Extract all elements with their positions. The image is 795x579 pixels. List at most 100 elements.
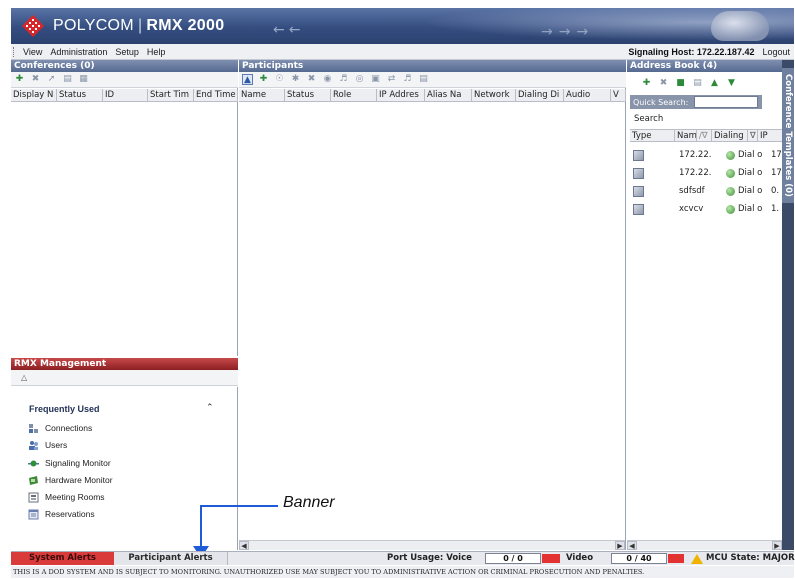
menu-setup[interactable]: Setup: [111, 47, 143, 57]
ab-row-ip: 0.: [771, 186, 780, 196]
col-name[interactable]: Name: [239, 89, 285, 101]
port-usage: Port Usage: Voice: [387, 552, 472, 565]
banner-callout-label: Banner: [283, 494, 335, 511]
video-label: Video: [566, 553, 594, 563]
quick-search-label: Quick Search:: [633, 97, 689, 107]
address-properties-icon[interactable]: ▤: [692, 78, 703, 89]
camera-icon[interactable]: ▣: [370, 74, 381, 85]
nav-item-reservations[interactable]: Reservations: [28, 507, 95, 521]
delete-conference-icon[interactable]: ✖: [30, 74, 41, 85]
col-dialing[interactable]: Dialing: [712, 130, 748, 141]
delete-participant-icon[interactable]: ✖: [306, 74, 317, 85]
ab-row-dialing: Dial o: [726, 186, 762, 196]
add-participant-icon[interactable]: ▲: [242, 74, 253, 85]
rmx-management-title: RMX Management: [11, 358, 238, 370]
participant-type-icon: [633, 149, 644, 161]
participants-hscrollbar[interactable]: ◀ ▶: [239, 540, 625, 550]
suspend-video-icon[interactable]: ⇄: [386, 74, 397, 85]
add-group-icon[interactable]: ■: [675, 78, 686, 89]
col-start-time[interactable]: Start Tim: [148, 89, 194, 101]
participants-list[interactable]: [239, 103, 625, 539]
mcu-state[interactable]: MCU State: MAJOR: [691, 552, 795, 565]
import-icon[interactable]: ▲: [709, 78, 720, 89]
signaling-monitor-icon: [28, 460, 39, 466]
ab-scroll-right-icon[interactable]: ▶: [772, 541, 782, 550]
address-book-hscrollbar[interactable]: ◀ ▶: [627, 540, 782, 550]
participant-type-icon: [633, 167, 644, 179]
address-book-row[interactable]: 172.22. Dial o 17: [630, 146, 782, 164]
volume-icon[interactable]: ♬: [402, 74, 413, 85]
participant-properties-icon[interactable]: ▤: [418, 74, 429, 85]
frequently-used-header[interactable]: Frequently Used: [29, 404, 100, 414]
nav-label: Connections: [45, 423, 93, 433]
export-icon[interactable]: ▼: [726, 78, 737, 89]
col-id[interactable]: ID: [103, 89, 148, 101]
col-alias-name[interactable]: Alias Na: [425, 89, 472, 101]
connect-icon[interactable]: ☉: [274, 74, 285, 85]
signaling-host: Signaling Host: 172.22.187.42: [628, 46, 755, 57]
video-icon[interactable]: ◎: [354, 74, 365, 85]
hardware-monitor-icon: [29, 475, 38, 485]
conference-layout-icon[interactable]: ▦: [78, 74, 89, 85]
col-role[interactable]: Role: [331, 89, 377, 101]
polycom-logo-icon: [22, 15, 44, 37]
col-ab-name[interactable]: Nam: [675, 130, 697, 141]
conference-templates-tab[interactable]: Conference Templates (0): [782, 68, 794, 203]
delete-address-icon[interactable]: ✖: [658, 78, 669, 89]
col-audio[interactable]: Audio: [564, 89, 611, 101]
disconnect-icon[interactable]: ✱: [290, 74, 301, 85]
col-status[interactable]: Status: [57, 89, 103, 101]
new-address-icon[interactable]: ✚: [641, 78, 652, 89]
nav-item-meeting-rooms[interactable]: Meeting Rooms: [28, 490, 105, 504]
nav-label: Reservations: [45, 509, 95, 519]
move-conference-icon[interactable]: ➚: [46, 74, 57, 85]
col-ip[interactable]: IP: [758, 130, 782, 141]
speaker-icon[interactable]: ♬: [338, 74, 349, 85]
filter-icon[interactable]: ∇: [748, 130, 758, 141]
col-type[interactable]: Type: [630, 130, 675, 141]
address-book-row[interactable]: sdfsdf Dial o 0.: [630, 182, 782, 200]
col-ip-address[interactable]: IP Addres: [377, 89, 425, 101]
header-arrows-decoration-right: →→→: [541, 24, 595, 40]
address-book-row[interactable]: xcvcv Dial o 1.: [630, 200, 782, 218]
conferences-list[interactable]: [11, 103, 237, 356]
search-button[interactable]: Search: [634, 114, 663, 124]
participant-type-icon: [633, 185, 644, 197]
sort-filter-icon[interactable]: ∕∇: [697, 130, 712, 141]
col-network[interactable]: Network: [472, 89, 516, 101]
system-alerts-button[interactable]: System Alerts: [11, 552, 114, 565]
video-usage-bar: [668, 554, 684, 563]
scroll-left-icon[interactable]: ◀: [239, 541, 249, 550]
participant-alerts-button[interactable]: Participant Alerts: [114, 552, 228, 565]
mute-audio-icon[interactable]: ◉: [322, 74, 333, 85]
ab-scroll-left-icon[interactable]: ◀: [627, 541, 637, 550]
col-video[interactable]: V: [611, 89, 626, 101]
col-dialing-direction[interactable]: Dialing Di: [516, 89, 564, 101]
conference-properties-icon[interactable]: ▤: [62, 74, 73, 85]
quick-search-input[interactable]: [694, 96, 758, 108]
logout-link[interactable]: Logout: [762, 47, 794, 57]
menu-view[interactable]: View: [19, 47, 46, 57]
dial-out-icon: [726, 150, 735, 160]
menu-administration[interactable]: Administration: [46, 47, 111, 57]
col-participant-status[interactable]: Status: [285, 89, 331, 101]
ab-row-name: 172.22.: [679, 150, 712, 160]
scroll-right-icon[interactable]: ▶: [615, 541, 625, 550]
new-conference-icon[interactable]: ✚: [14, 74, 25, 85]
quick-search-bar: Quick Search:: [630, 95, 762, 109]
collapse-icon[interactable]: △: [21, 373, 27, 382]
nav-item-connections[interactable]: Connections: [28, 421, 92, 435]
col-end-time[interactable]: End Time: [194, 89, 238, 101]
chevron-up-icon[interactable]: ⌃: [206, 403, 214, 413]
nav-item-users[interactable]: Users: [28, 438, 67, 452]
participants-pane: Participants ▲ ✚ ☉ ✱ ✖ ◉ ♬ ◎ ▣ ⇄ ♬ ▤ Nam…: [239, 60, 626, 550]
col-display-name[interactable]: Display N: [11, 89, 57, 101]
nav-item-signaling-monitor[interactable]: Signaling Monitor: [28, 456, 111, 470]
nav-item-hardware-monitor[interactable]: Hardware Monitor: [28, 473, 113, 487]
menu-help[interactable]: Help: [143, 47, 170, 57]
users-icon: [29, 440, 38, 450]
add-from-address-book-icon[interactable]: ✚: [258, 74, 269, 85]
address-book-row[interactable]: 172.22. Dial o 17: [630, 164, 782, 182]
ab-row-ip: 17: [771, 168, 782, 178]
participant-type-icon: [633, 203, 644, 215]
